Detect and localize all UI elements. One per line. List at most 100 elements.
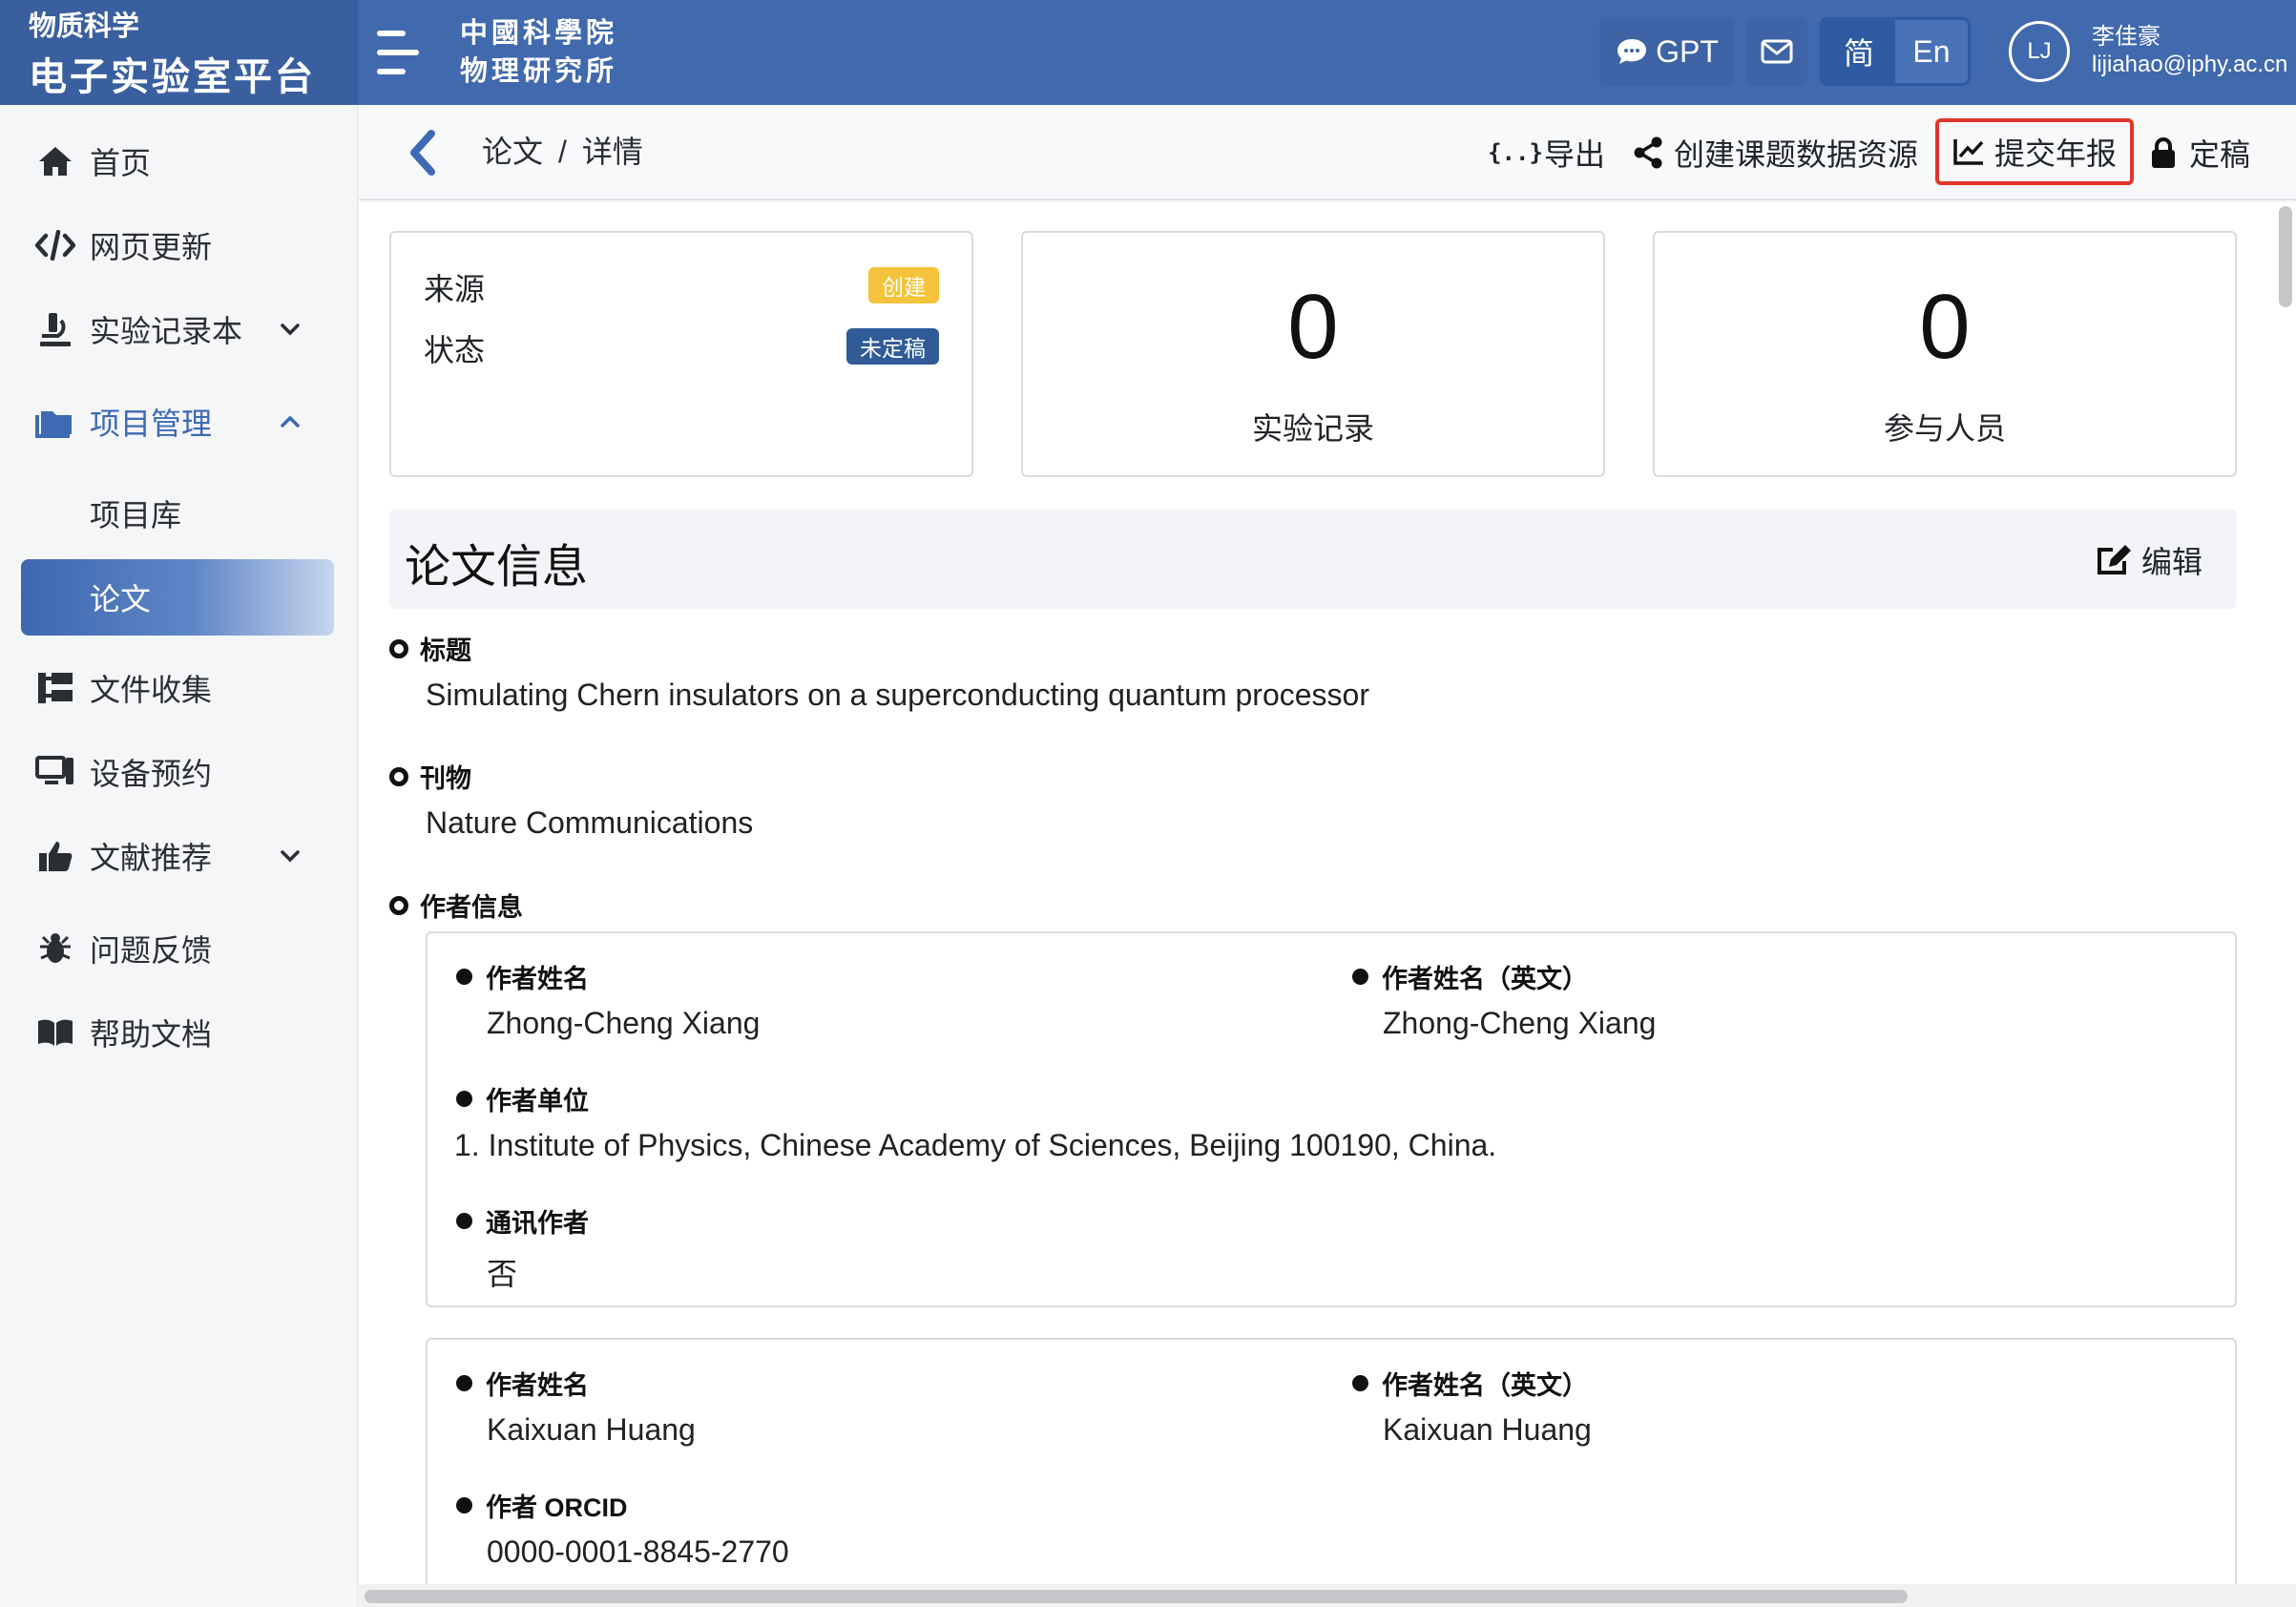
author-card: 作者姓名 Kaixuan Huang 作者姓名（英文） Kaixuan Huan… [426,1338,2237,1584]
author-orcid-label: 作者 ORCID [456,1487,628,1524]
author-name-label: 作者姓名 [456,1365,589,1402]
desktop-icon [34,751,76,793]
breadcrumb-separator: / [558,135,567,169]
journal-field-value: Nature Communications [426,805,754,840]
language-switch: 简 En [1820,17,1971,86]
records-card[interactable]: 0 实验记录 [1021,231,1605,477]
sitemap-icon [34,667,76,709]
horizontal-scrollbar-thumb[interactable] [365,1590,1908,1603]
sidebar-item-file-collection[interactable]: 文件收集 [0,655,358,721]
share-icon [1632,136,1664,169]
bullet-icon [456,969,472,985]
authors-field-label: 作者信息 [389,887,523,924]
user-name[interactable]: 李佳豪 [2092,17,2160,51]
avatar[interactable]: LJ [2009,21,2070,82]
institute-line-2: 物理研究所 [460,54,618,87]
sidebar-item-home[interactable]: 首页 [0,128,358,195]
user-email[interactable]: lijiahao@iphy.ac.cn [2092,52,2287,78]
sidebar-subitem-label: 项目库 [90,498,182,532]
finalize-button[interactable]: 定稿 [2147,126,2250,179]
author-name-label: 作者姓名 [456,958,589,995]
back-arrow-icon[interactable] [403,126,441,179]
journal-field-label: 刊物 [389,758,471,795]
create-resource-button[interactable]: 创建课题数据资源 [1632,126,1918,179]
bullet-icon [1352,1375,1368,1391]
thumbs-up-icon [34,835,76,877]
paper-info-header: 论文信息 编辑 [389,510,2237,609]
edit-button[interactable]: 编辑 [2096,538,2202,582]
sidebar-item-label: 文件收集 [90,673,213,707]
circle-icon [389,766,408,786]
author-name-en-label: 作者姓名（英文） [1352,958,1588,995]
institute-line-1: 中國科學院 [460,16,618,49]
sidebar-subitem-project-library[interactable]: 项目库 [0,480,358,547]
book-icon [34,1012,76,1054]
vertical-scrollbar-thumb[interactable] [2279,206,2292,307]
author-orcid-value: 0000-0001-8845-2770 [487,1534,789,1569]
line-chart-icon [1952,136,1985,168]
title-field-value: Simulating Chern insulators on a superco… [426,678,1369,712]
sidebar-item-equipment-booking[interactable]: 设备预约 [0,739,358,805]
sidebar-item-label: 文献推荐 [90,841,213,875]
sidebar-item-notebook[interactable]: 实验记录本 [0,296,358,363]
gpt-button[interactable]: GPT [1599,17,1735,86]
sidebar-subitem-papers[interactable]: 论文 [21,559,334,636]
create-resource-label: 创建课题数据资源 [1674,137,1919,172]
author-affiliation-label: 作者单位 [456,1080,589,1117]
sidebar-item-help-docs[interactable]: 帮助文档 [0,999,358,1066]
members-label: 参与人员 [1883,411,2006,446]
sidebar-item-label: 帮助文档 [90,1017,213,1052]
sidebar-item-label: 首页 [90,146,152,180]
sidebar-item-label: 问题反馈 [90,933,213,968]
members-count: 0 [1919,276,1971,378]
source-badge: 创建 [868,267,939,303]
main-content: 来源 创建 状态 未定稿 0 实验记录 0 参与人员 论文信息 编辑 标题 Si… [359,202,2277,1584]
chevron-down-icon [281,323,300,336]
author-name-en-value: Kaixuan Huang [1383,1412,1592,1447]
bullet-icon [456,1091,472,1107]
menu-toggle-icon[interactable] [377,29,419,76]
author-name-en-value: Zhong-Cheng Xiang [1383,1006,1657,1040]
breadcrumb-details: 详情 [581,135,643,169]
annual-report-button[interactable]: 提交年报 [1935,118,2135,185]
corresponding-author-value: 否 [487,1257,518,1291]
sidebar-item-literature[interactable]: 文献推荐 [0,823,358,889]
mail-button[interactable] [1746,17,1807,86]
author-name-value: Zhong-Cheng Xiang [487,1006,761,1040]
sidebar-item-label: 设备预约 [90,757,213,791]
folder-icon [34,401,76,443]
sidebar-item-label: 项目管理 [90,407,213,441]
institute-logo: 中國科學院 物理研究所 [460,13,617,90]
sidebar-subitem-label: 论文 [90,582,152,616]
breadcrumb: 论文 / 详情 [482,128,643,172]
sidebar-item-projects[interactable]: 项目管理 [0,388,358,455]
records-label: 实验记录 [1251,411,1374,446]
annual-report-label: 提交年报 [1994,136,2118,171]
chevron-up-icon [281,415,300,428]
home-icon [34,140,76,182]
members-card[interactable]: 0 参与人员 [1653,231,2237,477]
brand-title: 电子实验室平台 [29,56,316,98]
bullet-icon [456,1497,472,1513]
brand[interactable]: 物质科学 电子实验室平台 [0,0,358,105]
source-label: 来源 [424,272,486,306]
records-count: 0 [1287,276,1339,378]
edit-label: 编辑 [2140,545,2202,579]
circle-icon [389,638,408,658]
author-name-value: Kaixuan Huang [487,1412,696,1447]
sidebar-item-feedback[interactable]: 问题反馈 [0,915,358,982]
microscope-icon [34,308,76,350]
corresponding-author-label: 通讯作者 [456,1202,589,1240]
export-button[interactable]: {..} 导出 [1488,126,1606,179]
author-name-en-label: 作者姓名（英文） [1352,1365,1588,1402]
section-title: 论文信息 [405,542,589,593]
lang-zh-button[interactable]: 简 [1823,20,1895,83]
lang-en-button[interactable]: En [1895,20,1968,83]
finalize-label: 定稿 [2189,137,2251,172]
export-label: 导出 [1544,137,1606,172]
code-icon [34,224,76,266]
title-field-label: 标题 [389,630,471,667]
sidebar-item-web-updates[interactable]: 网页更新 [0,212,358,279]
vertical-scrollbar[interactable] [2275,202,2296,1584]
breadcrumb-papers[interactable]: 论文 [482,135,543,169]
